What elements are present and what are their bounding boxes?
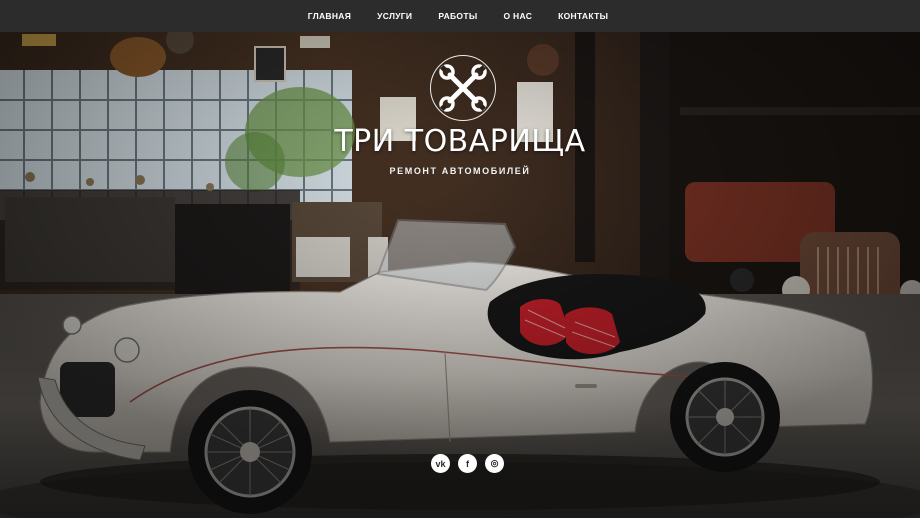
nav-item-contacts[interactable]: КОНТАКТЫ [545, 11, 621, 21]
top-navigation: ГЛАВНАЯ УСЛУГИ РАБОТЫ О НАС КОНТАКТЫ [0, 0, 920, 32]
nav-item-home[interactable]: ГЛАВНАЯ [295, 11, 364, 21]
instagram-icon[interactable]: ◎ [485, 454, 504, 473]
logo-emblem[interactable] [430, 55, 496, 121]
nav-item-about[interactable]: О НАС [490, 11, 545, 21]
vk-icon[interactable]: vk [431, 454, 450, 473]
brand-title: ТРИ ТОВАРИЩА [334, 124, 586, 159]
page: ГЛАВНАЯ УСЛУГИ РАБОТЫ О НАС КОНТАКТЫ ТРИ… [0, 0, 920, 518]
social-links: vk f ◎ [431, 454, 504, 473]
nav-item-services[interactable]: УСЛУГИ [364, 11, 425, 21]
crossed-wrenches-icon [439, 64, 487, 112]
nav-item-works[interactable]: РАБОТЫ [425, 11, 490, 21]
brand-subtitle: РЕМОНТ АВТОМОБИЛЕЙ [389, 166, 531, 176]
facebook-icon[interactable]: f [458, 454, 477, 473]
